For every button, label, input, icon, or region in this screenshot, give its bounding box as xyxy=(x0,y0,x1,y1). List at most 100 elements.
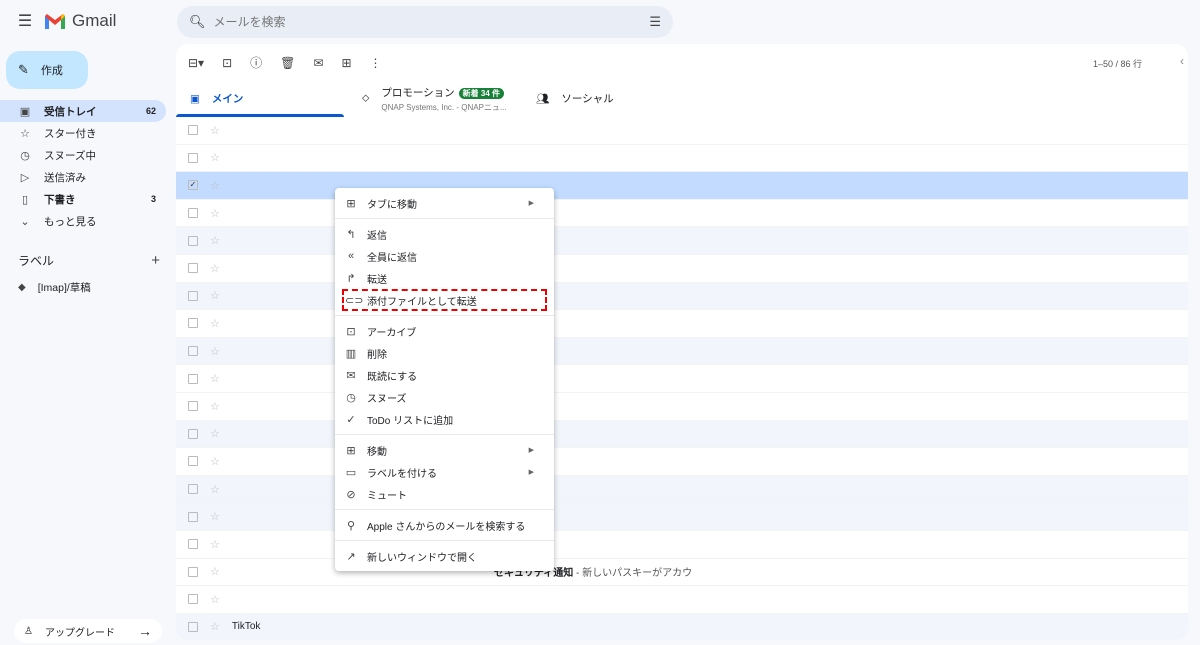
upgrade-button[interactable]: ♙ アップグレード → xyxy=(14,619,162,643)
menu-item[interactable]: ⊞ 移動 ▶ xyxy=(335,439,554,461)
menu-item[interactable]: ↰ 返信 xyxy=(335,223,554,245)
star-icon[interactable]: ☆ xyxy=(210,345,220,358)
email-row[interactable]: ☆ xyxy=(176,254,1188,283)
menu-item[interactable]: ⚲ Apple さんからのメールを検索する xyxy=(335,514,554,536)
star-icon[interactable]: ☆ xyxy=(210,372,220,385)
row-checkbox[interactable] xyxy=(188,346,198,357)
row-checkbox[interactable] xyxy=(188,208,198,219)
menu-item[interactable]: ⊘ ミュート xyxy=(335,483,554,505)
star-icon[interactable]: ☆ xyxy=(210,593,220,606)
email-row[interactable]: ☆ xyxy=(176,392,1188,421)
prev-page-icon[interactable]: ‹ xyxy=(1180,54,1184,68)
add-label-icon[interactable]: + xyxy=(151,252,160,269)
row-checkbox[interactable] xyxy=(188,263,198,274)
menu-item[interactable]: ⊂⊃ 添付ファイルとして転送 xyxy=(342,289,547,311)
email-row[interactable]: ☆ セキュリティ通知 - 新しいパスキーがアカウ xyxy=(176,558,1188,587)
email-row[interactable]: ☆ xyxy=(176,199,1188,228)
star-icon[interactable]: ☆ xyxy=(210,620,220,633)
email-row[interactable]: ☆ xyxy=(176,310,1188,338)
email-row[interactable]: ☆ xyxy=(176,337,1188,366)
email-row[interactable]: ☆ xyxy=(176,365,1188,393)
star-icon[interactable]: ☆ xyxy=(210,483,220,496)
row-checkbox[interactable]: ✓ xyxy=(188,180,198,191)
row-checkbox[interactable] xyxy=(188,235,198,246)
menu-item[interactable]: ↗ 新しいウィンドウで開く xyxy=(335,545,554,567)
select-all-checkbox-icon[interactable]: ⊟▾ xyxy=(188,56,204,70)
search-bar[interactable]: 🔍︎ ☰ xyxy=(177,6,673,38)
email-row[interactable]: ☆ xyxy=(176,282,1188,311)
more-vert-icon[interactable]: ⋮ xyxy=(370,56,382,70)
star-icon[interactable]: ☆ xyxy=(210,124,220,137)
move-to-icon[interactable]: ⊞ xyxy=(341,56,351,70)
email-row[interactable]: ☆ xyxy=(176,586,1188,614)
sidebar-item-3[interactable]: ▷ 送信済み xyxy=(0,166,166,188)
menu-item[interactable]: ↱ 転送 xyxy=(335,267,554,289)
email-row[interactable]: ☆ xyxy=(176,144,1188,173)
star-icon[interactable]: ☆ xyxy=(210,234,220,247)
menu-item[interactable]: ⊡ アーカイブ xyxy=(335,320,554,342)
star-icon[interactable]: ☆ xyxy=(210,455,220,468)
menu-item[interactable]: «全員に返信 xyxy=(335,245,554,267)
email-row[interactable]: ☆ xyxy=(176,227,1188,255)
row-checkbox[interactable] xyxy=(188,125,198,136)
email-row[interactable]: ☆ xyxy=(176,420,1188,449)
search-input[interactable] xyxy=(213,15,650,29)
search-options-icon[interactable]: ☰ xyxy=(649,14,661,30)
archive-icon[interactable]: ⊡ xyxy=(222,56,232,70)
sidebar-item-5[interactable]: ⌄ もっと見る xyxy=(0,210,166,232)
row-checkbox[interactable] xyxy=(188,456,198,467)
tab-main[interactable]: ▣ メイン xyxy=(176,80,344,117)
row-checkbox[interactable] xyxy=(188,484,198,495)
star-icon[interactable]: ☆ xyxy=(210,317,220,330)
email-row[interactable]: ☆ TikTok xyxy=(176,613,1188,640)
menu-item[interactable]: ✓ ToDo リストに追加 xyxy=(335,408,554,430)
row-checkbox[interactable] xyxy=(188,401,198,412)
star-icon[interactable]: ☆ xyxy=(210,262,220,275)
row-checkbox[interactable] xyxy=(188,539,198,550)
search-icon[interactable]: 🔍︎ xyxy=(189,14,206,30)
row-checkbox[interactable] xyxy=(188,511,198,522)
sidebar-label-imap-draft[interactable]: ◆ [Imap]/草稿 xyxy=(18,280,91,295)
row-checkbox[interactable] xyxy=(188,621,198,632)
star-icon[interactable]: ☆ xyxy=(210,510,220,523)
star-icon[interactable]: ☆ xyxy=(210,538,220,551)
row-checkbox[interactable] xyxy=(188,428,198,439)
row-checkbox[interactable] xyxy=(188,594,198,605)
tab-social[interactable]: 👥︎ ソーシャル xyxy=(516,80,686,117)
sidebar-item-2[interactable]: ◷ スヌーズ中 xyxy=(0,144,166,166)
sidebar-item-1[interactable]: ☆ スター付き xyxy=(0,122,166,144)
menu-item[interactable]: ✉︎ 既読にする xyxy=(335,364,554,386)
gmail-logo[interactable]: Gmail xyxy=(44,11,116,31)
email-row[interactable]: ☆ xyxy=(176,530,1188,559)
menu-item[interactable]: ⊞ タブに移動 ▶ xyxy=(335,192,554,214)
star-icon[interactable]: ☆ xyxy=(210,565,220,578)
star-icon[interactable]: ☆ xyxy=(210,427,220,440)
email-row[interactable]: ☆ xyxy=(176,117,1188,145)
row-checkbox[interactable] xyxy=(188,290,198,301)
star-icon[interactable]: ☆ xyxy=(210,207,220,220)
row-checkbox[interactable] xyxy=(188,152,198,163)
trash-icon[interactable]: 🗑︎ xyxy=(280,56,295,70)
star-icon[interactable]: ☆ xyxy=(210,179,220,192)
email-row[interactable]: ✓ ☆ xyxy=(176,172,1188,200)
sidebar-item-4[interactable]: ▯ 下書き 3 xyxy=(0,188,166,210)
compose-button[interactable]: ✎ 作成 xyxy=(6,51,88,89)
sidebar-item-0[interactable]: ▣ 受信トレイ 62 xyxy=(0,100,166,122)
star-icon[interactable]: ☆ xyxy=(210,151,220,164)
row-checkbox[interactable] xyxy=(188,318,198,329)
email-row[interactable]: ☆ xyxy=(176,503,1188,531)
row-checkbox[interactable] xyxy=(188,566,198,577)
star-icon[interactable]: ☆ xyxy=(210,400,220,413)
menu-item[interactable]: ▥ 削除 xyxy=(335,342,554,364)
email-row[interactable]: ☆ xyxy=(176,475,1188,504)
star-icon[interactable]: ☆ xyxy=(210,289,220,302)
menu-item[interactable]: ◷ スヌーズ xyxy=(335,386,554,408)
email-row[interactable]: ☆ xyxy=(176,448,1188,476)
tab-promotions[interactable]: ⬦ プロモーション 新着 34 件 QNAP Systems, Inc. - QN… xyxy=(344,80,516,117)
menu-item[interactable]: ▭ ラベルを付ける ▶ xyxy=(335,461,554,483)
folder-move-icon: ⊞ xyxy=(346,197,356,210)
report-spam-icon[interactable]: ⓘ xyxy=(250,54,262,71)
mark-read-icon[interactable]: ✉︎ xyxy=(313,56,323,70)
main-menu-button[interactable]: ☰ xyxy=(14,12,36,32)
row-checkbox[interactable] xyxy=(188,373,198,384)
